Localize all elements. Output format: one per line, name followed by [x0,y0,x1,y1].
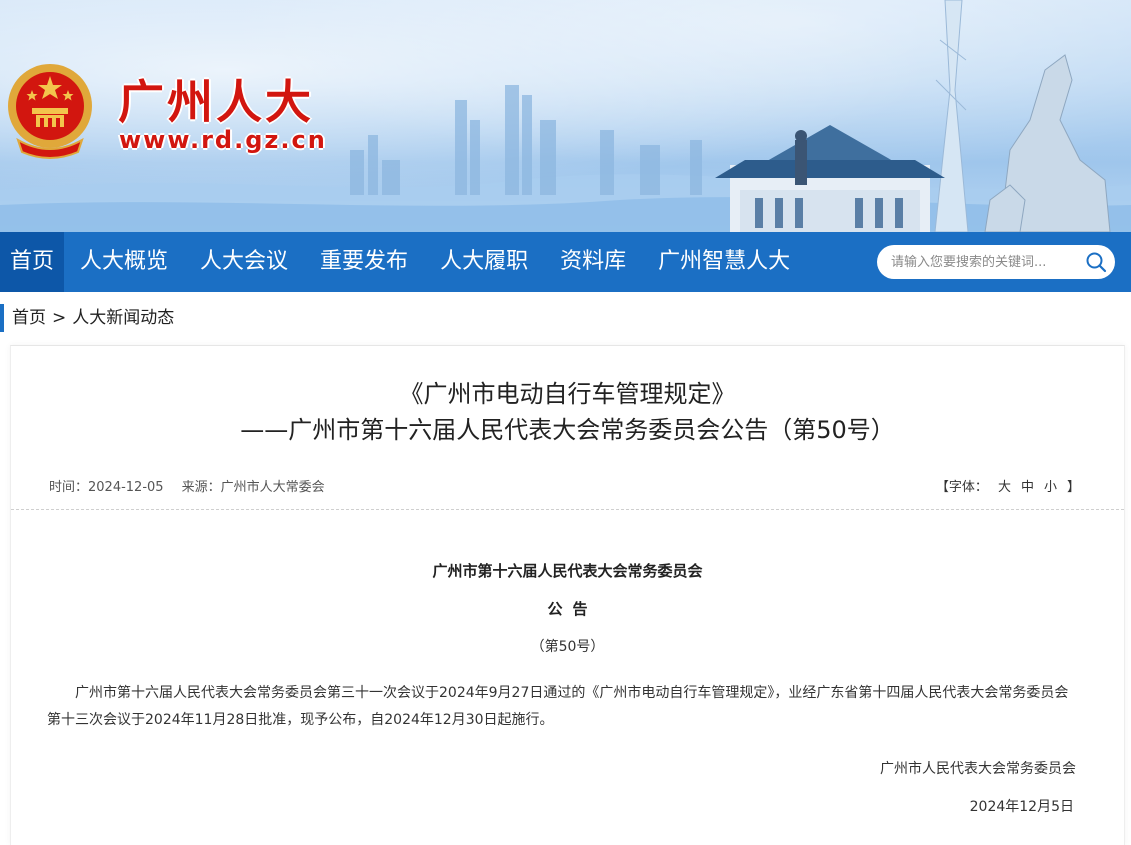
publish-time-value: 2024-12-05 [88,480,164,495]
nav-item-library[interactable]: 资料库 [544,232,642,292]
publish-time-label: 时间： [49,480,89,495]
site-name[interactable]: 广州人大 [118,66,314,132]
main-nav: 首页 人大概览 人大会议 重要发布 人大履职 资料库 广州智慧人大 [0,232,1131,292]
nav-item-overview[interactable]: 人大概览 [64,232,184,292]
notice-issuer-heading: 广州市第十六届人民代表大会常务委员会 [432,562,703,580]
notice-body: 广州市第十六届人民代表大会常务委员会第三十一次会议于2024年9月27日通过的《… [47,685,1069,728]
breadcrumb: 首页 > 人大新闻动态 [0,304,174,332]
national-emblem-icon [8,64,92,159]
nav-item-duties[interactable]: 人大履职 [424,232,544,292]
signature-org: 广州市人民代表大会常务委员会 [880,761,1076,777]
nav-item-home[interactable]: 首页 [0,232,65,292]
font-size-medium-button[interactable]: 中 [1021,476,1034,495]
publish-time: 时间：2024-12-05 [49,476,164,495]
nav-item-meetings[interactable]: 人大会议 [184,232,304,292]
search-icon[interactable] [1085,251,1107,273]
nav-item-smart-npc[interactable]: 广州智慧人大 [642,232,806,292]
signature-date: 2024年12月5日 [969,799,1074,815]
header-banner: 广州人大 www.rd.gz.cn [0,0,1131,232]
search-box [877,245,1115,279]
article-source-label: 来源： [181,480,221,495]
font-size-small-button[interactable]: 小 [1044,476,1057,495]
notice-number: （第50号） [530,639,605,655]
breadcrumb-separator: > [52,308,67,328]
article-subtitle: ——广州市第十六届人民代表大会常务委员会公告（第50号） [240,416,895,444]
breadcrumb-home-link[interactable]: 首页 [12,304,46,332]
search-input[interactable] [891,252,1071,272]
font-size-switcher: 【字体： 大 中 小 】 [936,476,1080,495]
meta-divider [11,509,1124,510]
font-size-label: 【字体： [935,480,988,495]
nav-item-releases[interactable]: 重要发布 [304,232,424,292]
site-url[interactable]: www.rd.gz.cn [119,126,327,154]
article-source: 来源：广州市人大常委会 [182,476,325,495]
article-title: 《广州市电动自行车管理规定》 [399,380,736,408]
article-meta: 时间：2024-12-05 来源：广州市人大常委会 [49,476,325,495]
font-size-large-button[interactable]: 大 [998,476,1011,495]
font-size-close-bracket: 】 [1066,480,1080,495]
article-source-value: 广州市人大常委会 [220,480,325,495]
notice-heading: 公告 [547,600,598,618]
article-card: 《广州市电动自行车管理规定》 ——广州市第十六届人民代表大会常务委员会公告（第5… [10,345,1125,845]
breadcrumb-current-link[interactable]: 人大新闻动态 [72,304,174,332]
